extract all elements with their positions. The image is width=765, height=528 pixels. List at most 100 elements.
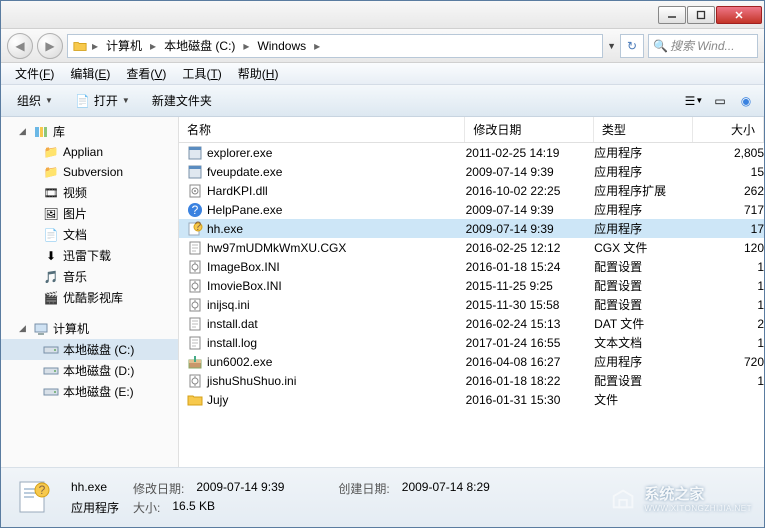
breadcrumb-drive[interactable]: 本地磁盘 (C:)	[160, 37, 239, 54]
file-name: HelpPane.exe	[207, 203, 282, 217]
file-row[interactable]: ImovieBox.INI2015-11-25 9:25配置设置1	[179, 276, 764, 295]
menu-view[interactable]: 查看(V)	[118, 63, 174, 84]
file-icon	[187, 335, 203, 351]
forward-button[interactable]: ▶	[37, 33, 63, 59]
file-row[interactable]: explorer.exe2011-02-25 14:19应用程序2,805	[179, 143, 764, 162]
back-button[interactable]: ◀	[7, 33, 33, 59]
file-icon	[187, 392, 203, 408]
file-row[interactable]: install.log2017-01-24 16:55文本文档1	[179, 333, 764, 352]
file-name: install.log	[207, 336, 257, 350]
file-size: 720	[693, 355, 764, 369]
breadcrumb-folder[interactable]: Windows	[253, 39, 310, 53]
file-type: 配置设置	[594, 296, 693, 313]
organize-button[interactable]: 组织 ▼	[7, 88, 63, 113]
file-size: 1	[693, 260, 764, 274]
search-placeholder: 搜索 Wind...	[670, 37, 735, 54]
file-row[interactable]: iun6002.exe2016-04-08 16:27应用程序720	[179, 352, 764, 371]
sidebar-item[interactable]: 🎵音乐	[1, 266, 178, 287]
file-size: 15	[693, 165, 764, 179]
file-row[interactable]: inijsq.ini2015-11-30 15:58配置设置1	[179, 295, 764, 314]
file-row[interactable]: jishuShuShuo.ini2016-01-18 18:22配置设置1	[179, 371, 764, 390]
menu-tools[interactable]: 工具(T)	[174, 63, 229, 84]
sidebar-item[interactable]: ⬇迅雷下载	[1, 245, 178, 266]
file-date: 2016-02-25 12:12	[466, 241, 594, 255]
sidebar-drive[interactable]: 本地磁盘 (C:)	[1, 339, 178, 360]
file-size: 262	[693, 184, 764, 198]
sidebar-item[interactable]: 🎞视频	[1, 182, 178, 203]
breadcrumb[interactable]: ▸ 计算机 ▸ 本地磁盘 (C:) ▸ Windows ▸	[67, 34, 603, 58]
sidebar-drive[interactable]: 本地磁盘 (D:)	[1, 360, 178, 381]
col-type[interactable]: 类型	[594, 117, 693, 142]
file-row[interactable]: Jujy2016-01-31 15:30文件	[179, 390, 764, 409]
file-row[interactable]: fveupdate.exe2009-07-14 9:39应用程序15	[179, 162, 764, 181]
view-mode-button[interactable]: ☰ ▼	[684, 91, 704, 111]
library-icon	[33, 124, 49, 140]
file-row[interactable]: hw97mUDMkWmXU.CGX2016-02-25 12:12CGX 文件1…	[179, 238, 764, 257]
collapse-icon[interactable]: ◢	[19, 323, 29, 334]
sidebar-item[interactable]: 🎬优酷影视库	[1, 287, 178, 308]
file-icon: ?	[187, 221, 203, 237]
sidebar-item[interactable]: 🖼图片	[1, 203, 178, 224]
menu-edit[interactable]: 编辑(E)	[62, 63, 118, 84]
file-row[interactable]: ImageBox.INI2016-01-18 15:24配置设置1	[179, 257, 764, 276]
col-name[interactable]: 名称	[179, 117, 465, 142]
file-date: 2015-11-25 9:25	[466, 279, 594, 293]
minimize-button[interactable]	[658, 6, 686, 24]
sidebar-computer[interactable]: ◢ 计算机	[1, 318, 178, 339]
file-row[interactable]: ?HelpPane.exe2009-07-14 9:39应用程序717	[179, 200, 764, 219]
file-row[interactable]: HardKPI.dll2016-10-02 22:25应用程序扩展262	[179, 181, 764, 200]
file-type: 配置设置	[594, 277, 693, 294]
item-icon: 📁	[43, 144, 59, 160]
computer-icon	[33, 321, 49, 337]
file-row[interactable]: install.dat2016-02-24 15:13DAT 文件2	[179, 314, 764, 333]
watermark: 系统之家 WWW.XITONGZHIJIA.NET	[610, 483, 752, 513]
file-type: 应用程序	[594, 163, 693, 180]
file-icon	[187, 373, 203, 389]
toolbar: 组织 ▼ 📄打开 ▼ 新建文件夹 ☰ ▼ ▭ ◉	[1, 85, 764, 117]
item-icon: 🎬	[43, 290, 59, 306]
help-icon[interactable]: ◉	[736, 91, 756, 111]
chevron-right-icon: ▸	[241, 39, 251, 53]
menubar: 文件(F) 编辑(E) 查看(V) 工具(T) 帮助(H)	[1, 63, 764, 85]
svg-text:?: ?	[195, 221, 202, 233]
file-date: 2011-02-25 14:19	[466, 146, 594, 160]
file-type: 应用程序	[594, 144, 693, 161]
sidebar-library[interactable]: ◢ 库	[1, 121, 178, 142]
file-type: DAT 文件	[594, 315, 693, 332]
drive-icon	[43, 342, 59, 358]
maximize-button[interactable]	[687, 6, 715, 24]
sidebar-item[interactable]: 📄文档	[1, 224, 178, 245]
file-name: jishuShuShuo.ini	[207, 374, 296, 388]
menu-help[interactable]: 帮助(H)	[230, 63, 287, 84]
breadcrumb-computer[interactable]: 计算机	[102, 37, 146, 54]
file-type: 应用程序	[594, 201, 693, 218]
file-name: ImageBox.INI	[207, 260, 280, 274]
close-button[interactable]	[716, 6, 762, 24]
preview-pane-button[interactable]: ▭	[710, 91, 730, 111]
file-icon	[187, 259, 203, 275]
file-row[interactable]: ?hh.exe2009-07-14 9:39应用程序17	[179, 219, 764, 238]
menu-file[interactable]: 文件(F)	[7, 63, 62, 84]
search-input[interactable]: 🔍 搜索 Wind...	[648, 34, 758, 58]
sidebar-item[interactable]: 📁Applian	[1, 142, 178, 162]
chevron-right-icon: ▸	[148, 39, 158, 53]
refresh-button[interactable]: ↻	[620, 34, 644, 58]
new-folder-button[interactable]: 新建文件夹	[142, 88, 222, 113]
file-icon	[187, 164, 203, 180]
file-date: 2016-01-18 15:24	[466, 260, 594, 274]
open-button[interactable]: 📄打开 ▼	[65, 88, 140, 113]
file-date: 2016-01-31 15:30	[466, 393, 594, 407]
file-date: 2009-07-14 9:39	[466, 203, 594, 217]
status-type: 应用程序	[71, 499, 121, 516]
file-name: hw97mUDMkWmXU.CGX	[207, 241, 346, 255]
collapse-icon[interactable]: ◢	[19, 126, 29, 137]
file-size: 17	[693, 222, 764, 236]
sidebar-drive[interactable]: 本地磁盘 (E:)	[1, 381, 178, 402]
col-date[interactable]: 修改日期	[465, 117, 593, 142]
file-type: 应用程序扩展	[594, 182, 693, 199]
file-list: 名称 修改日期 类型 大小 explorer.exe2011-02-25 14:…	[179, 117, 764, 467]
sidebar-item[interactable]: 📁Subversion	[1, 162, 178, 182]
col-size[interactable]: 大小	[693, 117, 764, 142]
file-type: 文本文档	[594, 334, 693, 351]
file-type: 配置设置	[594, 372, 693, 389]
